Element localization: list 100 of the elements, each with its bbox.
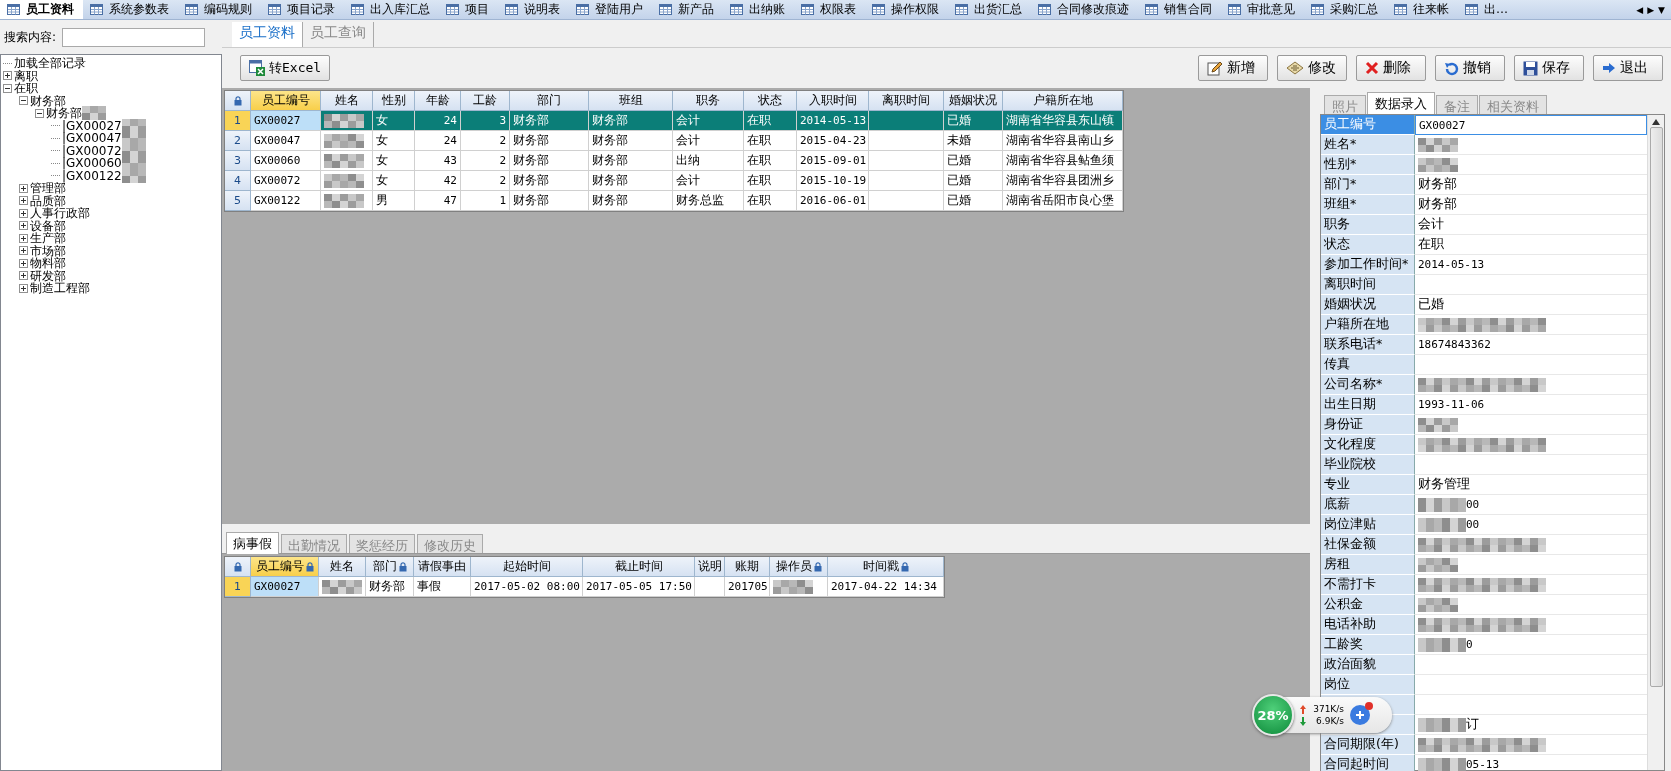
column-header[interactable]: 截止时间 xyxy=(583,557,695,577)
top-tab[interactable]: 往来帐 xyxy=(1387,0,1458,19)
property-tab[interactable]: 数据录入 xyxy=(1367,92,1435,114)
top-tab[interactable]: 权限表 xyxy=(794,0,865,19)
plus-button[interactable] xyxy=(1350,705,1370,725)
tree-item[interactable]: |GX00060 xyxy=(62,156,146,171)
search-field[interactable] xyxy=(62,27,206,47)
tree-item[interactable]: 离职 xyxy=(14,69,38,82)
toolbar-button[interactable]: 新增 xyxy=(1198,55,1268,81)
tree-item[interactable]: |GX00027 xyxy=(62,118,146,133)
expand-icon[interactable] xyxy=(19,196,28,206)
tree-item[interactable]: 财务部 xyxy=(46,106,106,121)
top-tab[interactable]: 采购汇总 xyxy=(1304,0,1387,19)
top-tab[interactable]: 操作权限 xyxy=(865,0,948,19)
tree-item[interactable]: 物料部 xyxy=(30,257,66,270)
top-tab[interactable]: 说明表 xyxy=(498,0,569,19)
column-header[interactable]: 说明 xyxy=(695,557,725,577)
toolbar-button[interactable]: 撤销 xyxy=(1435,55,1505,81)
expand-icon[interactable] xyxy=(19,246,28,256)
scroll-up-icon[interactable] xyxy=(1652,119,1660,125)
tab-scroll-button[interactable]: ▶ xyxy=(1647,4,1655,15)
tab-scroll-button[interactable]: ▼ xyxy=(1658,4,1665,15)
column-header[interactable]: 入职时间 xyxy=(797,91,869,111)
tree-item[interactable]: 人事行政部 xyxy=(30,207,90,220)
column-header[interactable]: 性别 xyxy=(373,91,415,111)
tree-item[interactable]: 在职 xyxy=(14,82,38,95)
tree-item[interactable]: 制造工程部 xyxy=(30,282,90,295)
expand-icon[interactable] xyxy=(19,208,28,218)
tree-item[interactable]: 研发部 xyxy=(30,269,66,282)
column-header[interactable]: 工龄 xyxy=(461,91,510,111)
expand-icon[interactable] xyxy=(19,233,28,243)
expand-icon[interactable] xyxy=(19,258,28,268)
top-tab[interactable]: 新产品 xyxy=(652,0,723,19)
column-header[interactable]: 年龄 xyxy=(415,91,461,111)
expand-icon[interactable] xyxy=(3,71,12,81)
top-tab[interactable]: 系统参数表 xyxy=(83,0,178,19)
column-header[interactable]: 账期 xyxy=(725,557,770,577)
detail-tab[interactable]: 病事假 xyxy=(226,532,279,554)
column-header[interactable]: 起始时间 xyxy=(471,557,583,577)
collapse-icon[interactable] xyxy=(19,96,28,106)
column-header[interactable]: 请假事由 xyxy=(414,557,471,577)
column-header[interactable]: 操作员 xyxy=(770,557,828,577)
row-number[interactable]: 2 xyxy=(225,131,251,151)
top-tab[interactable]: 审批意见 xyxy=(1221,0,1304,19)
tree-item[interactable]: 设备部 xyxy=(30,219,66,232)
row-number[interactable]: 1 xyxy=(225,111,251,131)
expand-icon[interactable] xyxy=(19,183,28,193)
row-number[interactable]: 5 xyxy=(225,191,251,211)
table-cell: 财务部 xyxy=(510,131,589,151)
column-header[interactable]: 状态 xyxy=(744,91,797,111)
tree-item[interactable]: 生产部 xyxy=(30,232,66,245)
collapse-icon[interactable] xyxy=(3,83,12,93)
collapse-icon[interactable] xyxy=(35,108,44,118)
column-header[interactable]: 姓名 xyxy=(319,557,366,577)
property-input[interactable]: GX00027 xyxy=(1415,115,1647,135)
expand-icon[interactable] xyxy=(19,271,28,281)
top-tab[interactable]: 合同修改痕迹 xyxy=(1031,0,1138,19)
top-tab[interactable]: 出入库汇总 xyxy=(344,0,439,19)
top-tab[interactable]: 出… xyxy=(1458,0,1517,19)
top-tab[interactable]: 编码规则 xyxy=(178,0,261,19)
scrollbar-thumb[interactable] xyxy=(1649,127,1663,687)
column-header[interactable]: 时间戳 xyxy=(828,557,944,577)
column-header[interactable]: 部门 xyxy=(366,557,414,577)
column-header[interactable]: 职务 xyxy=(673,91,744,111)
top-tab[interactable]: 项目 xyxy=(439,0,498,19)
toolbar-button[interactable]: 删除 xyxy=(1356,55,1426,81)
export-excel-button[interactable]: 转Excel xyxy=(240,55,331,81)
tree-item[interactable]: 市场部 xyxy=(30,244,66,257)
top-tab[interactable]: 销售合同 xyxy=(1138,0,1221,19)
column-header[interactable]: 班组 xyxy=(589,91,673,111)
tree-item[interactable]: 管理部 xyxy=(30,182,66,195)
top-tab[interactable]: 员工资料 xyxy=(0,0,83,19)
view-tab[interactable]: 员工资料 xyxy=(232,22,303,47)
column-header[interactable]: 部门 xyxy=(510,91,589,111)
property-value: 已婚 xyxy=(1418,296,1444,313)
tree-item[interactable]: 品质部 xyxy=(30,194,66,207)
scrollbar[interactable] xyxy=(1647,115,1664,770)
column-header[interactable]: 离职时间 xyxy=(869,91,944,111)
expand-icon[interactable] xyxy=(19,283,28,293)
top-tab[interactable]: 出纳账 xyxy=(723,0,794,19)
table-cell: 湖南省岳阳市良心堡 xyxy=(1003,191,1123,211)
tree-item[interactable]: |GX00047 xyxy=(62,131,146,146)
toolbar-button[interactable]: 修改 xyxy=(1277,55,1347,81)
column-header[interactable]: 员工编号 xyxy=(251,557,319,577)
toolbar-button[interactable]: 保存 xyxy=(1514,55,1584,81)
top-tab[interactable]: 项目记录 xyxy=(261,0,344,19)
column-header[interactable]: 姓名 xyxy=(321,91,373,111)
tab-scroll-button[interactable]: ◀ xyxy=(1636,4,1644,15)
column-header[interactable]: 户籍所在地 xyxy=(1003,91,1123,111)
column-header[interactable]: 员工编号 xyxy=(251,91,321,111)
tree-item[interactable]: 财务部 xyxy=(30,94,66,107)
top-tab[interactable]: 登陆用户 xyxy=(569,0,652,19)
row-number[interactable]: 3 xyxy=(225,151,251,171)
top-tab[interactable]: 出货汇总 xyxy=(948,0,1031,19)
toolbar-button[interactable]: 退出 xyxy=(1593,55,1663,81)
expand-icon[interactable] xyxy=(19,221,28,231)
row-number[interactable]: 4 xyxy=(225,171,251,191)
row-number[interactable]: 1 xyxy=(225,577,251,597)
column-header[interactable]: 婚姻状况 xyxy=(944,91,1003,111)
tree-item[interactable]: 加载全部记录 xyxy=(14,57,86,70)
